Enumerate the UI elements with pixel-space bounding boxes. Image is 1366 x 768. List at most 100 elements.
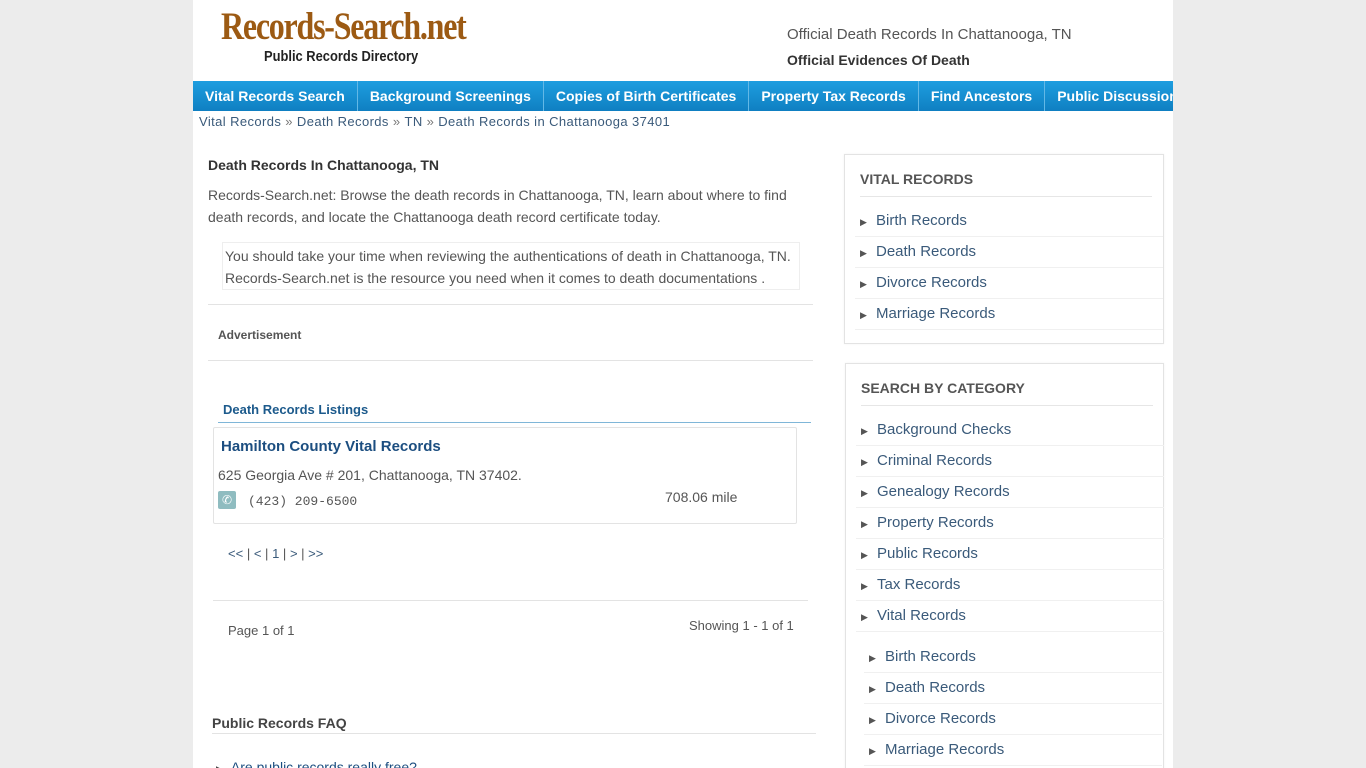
advertisement-label: Advertisement xyxy=(218,328,302,342)
pager-separator: | xyxy=(246,546,251,561)
breadcrumb-separator: » xyxy=(426,114,435,129)
sidebar-subitem-marriage-records[interactable]: ▶ Marriage Records xyxy=(864,735,1162,766)
listing-address: 625 Georgia Ave # 201, Chattanooga, TN 3… xyxy=(218,467,522,483)
sidebar-category-title: SEARCH BY CATEGORY xyxy=(861,380,1153,406)
sidebar-item-label: Criminal Records xyxy=(877,452,993,469)
nav-birth-certificates[interactable]: Copies of Birth Certificates xyxy=(544,81,750,111)
nav-public-discussion[interactable]: Public Discussion xyxy=(1045,81,1173,111)
caret-right-icon: ▶ xyxy=(869,746,876,756)
sidebar-item-background-checks[interactable]: ▶ Background Checks xyxy=(856,415,1164,446)
nav-vital-records-search[interactable]: Vital Records Search xyxy=(193,81,358,111)
sidebar-vital-records: VITAL RECORDS ▶ Birth Records ▶ Death Reco… xyxy=(844,154,1164,344)
logo-sub-text: Public Records Directory xyxy=(264,48,419,65)
divider xyxy=(208,304,813,305)
nav-background-screenings[interactable]: Background Screenings xyxy=(358,81,544,111)
caret-right-icon: ▶ xyxy=(860,217,867,227)
caret-right-icon: ▶ xyxy=(861,612,868,622)
sidebar-search-by-category: SEARCH BY CATEGORY ▶ Background Checks ▶ C… xyxy=(845,363,1164,768)
sidebar-item-label: Property Records xyxy=(877,514,994,531)
sidebar-vital-title: VITAL RECORDS xyxy=(860,171,1152,197)
sidebar-item-public-records[interactable]: ▶ Public Records xyxy=(856,539,1164,570)
pager-current[interactable]: 1 xyxy=(272,546,279,561)
phone-icon: ✆ xyxy=(218,491,236,509)
breadcrumb-separator: » xyxy=(285,114,293,129)
faq-item-label: Are public records really free? xyxy=(230,759,417,768)
caret-right-icon: ▶ xyxy=(216,764,223,768)
sidebar-item-label: Background Checks xyxy=(877,421,1012,438)
caret-right-icon: ▶ xyxy=(861,519,868,529)
caret-right-icon: ▶ xyxy=(861,488,868,498)
site-logo[interactable]: Records-Search.net Public Records Direct… xyxy=(221,5,467,68)
caret-right-icon: ▶ xyxy=(860,248,867,258)
pager-first[interactable]: << xyxy=(228,546,243,561)
caret-right-icon: ▶ xyxy=(869,715,876,725)
breadcrumb-death-records[interactable]: Death Records xyxy=(297,114,389,129)
pager-separator: | xyxy=(301,546,305,561)
intro-text: Records-Search.net: Browse the death rec… xyxy=(208,187,787,225)
faq-title: Public Records FAQ xyxy=(212,715,347,731)
sidebar-item-genealogy-records[interactable]: ▶ Genealogy Records xyxy=(856,477,1164,508)
faq-item[interactable]: ▶ Are public records really free? xyxy=(216,759,417,768)
sidebar-item-label: Tax Records xyxy=(877,576,961,593)
pager-last[interactable]: >> xyxy=(308,546,323,561)
showing-label: Showing 1 - 1 of 1 xyxy=(689,618,794,633)
caret-right-icon: ▶ xyxy=(861,550,868,560)
sidebar-item-label: Public Records xyxy=(877,545,978,562)
sidebar-item-vital-records[interactable]: ▶ Vital Records xyxy=(856,601,1164,632)
page-container: Records-Search.net Public Records Direct… xyxy=(193,0,1173,768)
caret-right-icon: ▶ xyxy=(861,581,868,591)
sidebar-item-marriage-records[interactable]: ▶ Marriage Records xyxy=(855,299,1163,330)
listing-phone[interactable]: (423) 209-6500 xyxy=(248,494,357,509)
caret-right-icon: ▶ xyxy=(860,279,867,289)
notice-box: You should take your time when reviewing… xyxy=(222,242,800,290)
header-title: Official Death Records In Chattanooga, T… xyxy=(787,26,1072,43)
breadcrumb-vital-records[interactable]: Vital Records xyxy=(199,114,281,129)
caret-right-icon: ▶ xyxy=(860,310,867,320)
listing-card: Hamilton County Vital Records 625 Georgi… xyxy=(213,427,797,524)
caret-right-icon: ▶ xyxy=(869,684,876,694)
listing-distance: 708.06 mile xyxy=(665,489,738,505)
breadcrumb-current[interactable]: Death Records in Chattanooga 37401 xyxy=(438,114,670,129)
sidebar-item-label: Vital Records xyxy=(877,607,966,624)
caret-right-icon: ▶ xyxy=(861,457,868,467)
sidebar-item-divorce-records[interactable]: ▶ Divorce Records xyxy=(855,268,1163,299)
header-subtitle: Official Evidences Of Death xyxy=(787,52,970,68)
sidebar-item-label: Genealogy Records xyxy=(877,483,1010,500)
pager-next[interactable]: > xyxy=(290,546,298,561)
pager-separator: | xyxy=(265,546,269,561)
sidebar-item-label: Death Records xyxy=(876,243,977,260)
pager-prev[interactable]: < xyxy=(254,546,262,561)
nav-find-ancestors[interactable]: Find Ancestors xyxy=(919,81,1046,111)
divider xyxy=(208,360,813,361)
sidebar-item-tax-records[interactable]: ▶ Tax Records xyxy=(856,570,1164,601)
sidebar-subitem-birth-records[interactable]: ▶ Birth Records xyxy=(864,642,1162,673)
sidebar-item-label: Divorce Records xyxy=(876,274,987,291)
sidebar-item-label: Marriage Records xyxy=(885,741,1005,758)
sidebar-item-death-records[interactable]: ▶ Death Records xyxy=(855,237,1163,268)
nav-property-tax-records[interactable]: Property Tax Records xyxy=(749,81,919,111)
breadcrumb-tn[interactable]: TN xyxy=(404,114,422,129)
main-nav: Vital Records Search Background Screenin… xyxy=(193,81,1173,111)
sidebar-subitem-death-records[interactable]: ▶ Death Records xyxy=(864,673,1162,704)
caret-right-icon: ▶ xyxy=(869,653,876,663)
sidebar-item-label: Death Records xyxy=(885,679,986,696)
sidebar-item-birth-records[interactable]: ▶ Birth Records xyxy=(855,206,1163,237)
pager-separator: | xyxy=(282,546,287,561)
page-of-label: Page 1 of 1 xyxy=(228,623,295,638)
sidebar-item-label: Birth Records xyxy=(876,212,967,229)
listings-title: Death Records Listings xyxy=(218,402,811,423)
logo-main-text: Records-Search.net xyxy=(221,5,467,48)
sidebar-subitem-divorce-records[interactable]: ▶ Divorce Records xyxy=(864,704,1162,735)
breadcrumb: Vital Records» Death Records» TN» Death Rec… xyxy=(199,114,670,129)
sidebar-item-criminal-records[interactable]: ▶ Criminal Records xyxy=(856,446,1164,477)
divider xyxy=(212,733,816,734)
divider xyxy=(213,600,808,601)
sidebar-item-label: Divorce Records xyxy=(885,710,996,727)
page-title: Death Records In Chattanooga, TN xyxy=(208,157,440,173)
caret-right-icon: ▶ xyxy=(861,426,868,436)
pagination: << | < | 1 | > | >> xyxy=(228,546,323,561)
breadcrumb-separator: » xyxy=(392,114,401,129)
sidebar-item-property-records[interactable]: ▶ Property Records xyxy=(856,508,1164,539)
sidebar-item-label: Birth Records xyxy=(885,648,976,665)
listing-name-link[interactable]: Hamilton County Vital Records xyxy=(221,438,441,455)
